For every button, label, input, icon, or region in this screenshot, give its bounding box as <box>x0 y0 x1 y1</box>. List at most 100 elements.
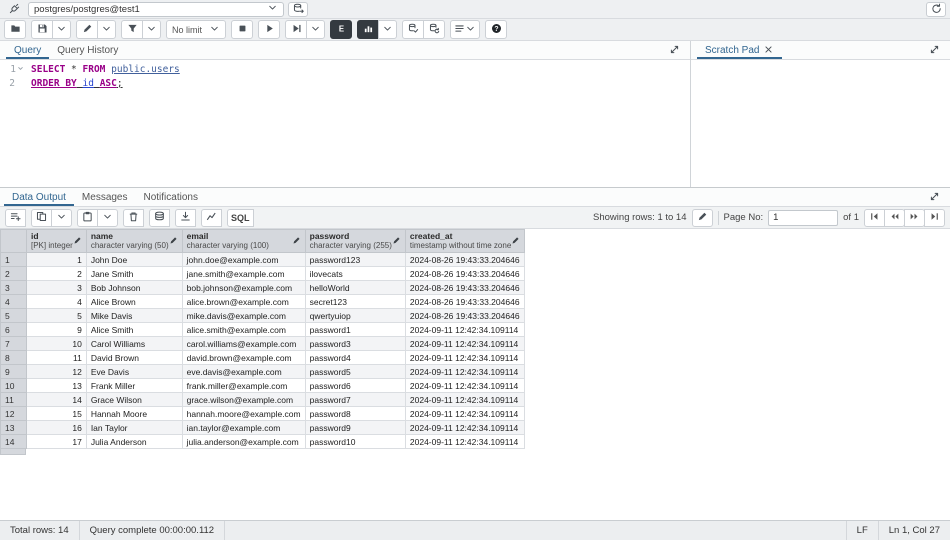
cell-id[interactable]: 11 <box>27 351 87 365</box>
column-header-id[interactable]: id[PK] integer <box>27 230 87 253</box>
commit-button[interactable] <box>402 20 424 39</box>
cell-id[interactable]: 12 <box>27 365 87 379</box>
query-history-restore-button[interactable] <box>926 2 946 17</box>
tab-scratch-pad[interactable]: Scratch Pad <box>697 41 782 59</box>
tab-messages[interactable]: Messages <box>74 188 136 206</box>
sql-code-line[interactable]: SELECT * FROM public.users <box>31 63 690 77</box>
edit-column-icon[interactable] <box>511 236 520 247</box>
row-number-cell[interactable]: 12 <box>1 407 27 421</box>
cell-created_at[interactable]: 2024-08-26 19:43:33.204646 <box>405 253 524 267</box>
cell-name[interactable]: Ian Taylor <box>86 421 182 435</box>
cell-created_at[interactable]: 2024-09-11 12:42:34.109114 <box>405 337 524 351</box>
show-sql-button[interactable]: SQL <box>227 209 254 227</box>
cell-email[interactable]: bob.johnson@example.com <box>182 281 305 295</box>
cell-email[interactable]: alice.brown@example.com <box>182 295 305 309</box>
copy-rows-button[interactable] <box>31 209 52 227</box>
tab-notifications[interactable]: Notifications <box>136 188 206 206</box>
cell-password[interactable]: helloWorld <box>305 281 405 295</box>
save-file-button[interactable] <box>31 20 53 39</box>
row-number-cell[interactable]: 8 <box>1 351 27 365</box>
cell-name[interactable]: Bob Johnson <box>86 281 182 295</box>
explain-button[interactable]: E <box>330 20 352 39</box>
cell-email[interactable]: frank.miller@example.com <box>182 379 305 393</box>
cell-email[interactable]: eve.davis@example.com <box>182 365 305 379</box>
explain-options-dropdown[interactable] <box>378 20 397 39</box>
paste-options-dropdown[interactable] <box>97 209 118 227</box>
cell-email[interactable]: mike.davis@example.com <box>182 309 305 323</box>
edit-row-range-button[interactable] <box>692 209 713 227</box>
sql-editor[interactable]: 12 SELECT * FROM public.usersORDER BY id… <box>0 60 690 187</box>
cell-created_at[interactable]: 2024-09-11 12:42:34.109114 <box>405 351 524 365</box>
cell-email[interactable]: grace.wilson@example.com <box>182 393 305 407</box>
page-no-input[interactable] <box>768 210 838 226</box>
macros-button[interactable] <box>450 20 480 39</box>
cell-email[interactable]: ian.taylor@example.com <box>182 421 305 435</box>
cell-created_at[interactable]: 2024-09-11 12:42:34.109114 <box>405 407 524 421</box>
cell-password[interactable]: password9 <box>305 421 405 435</box>
cell-email[interactable]: hannah.moore@example.com <box>182 407 305 421</box>
cell-name[interactable]: Frank Miller <box>86 379 182 393</box>
row-limit-select[interactable]: No limit <box>166 20 226 39</box>
execute-script-button[interactable] <box>285 20 307 39</box>
cell-created_at[interactable]: 2024-08-26 19:43:33.204646 <box>405 309 524 323</box>
cell-name[interactable]: John Doe <box>86 253 182 267</box>
column-header-email[interactable]: emailcharacter varying (100) <box>182 230 305 253</box>
sql-code-area[interactable]: SELECT * FROM public.usersORDER BY id AS… <box>26 63 690 187</box>
row-number-cell[interactable]: 5 <box>1 309 27 323</box>
help-button[interactable]: ? <box>485 20 507 39</box>
cell-created_at[interactable]: 2024-09-11 12:42:34.109114 <box>405 379 524 393</box>
edit-column-icon[interactable] <box>169 236 178 247</box>
cell-name[interactable]: Alice Brown <box>86 295 182 309</box>
cell-id[interactable]: 17 <box>27 435 87 449</box>
filter-button[interactable] <box>121 20 143 39</box>
edit-button[interactable] <box>76 20 98 39</box>
cell-email[interactable]: carol.williams@example.com <box>182 337 305 351</box>
row-number-cell[interactable]: 2 <box>1 267 27 281</box>
execute-query-button[interactable] <box>258 20 280 39</box>
cell-name[interactable]: Grace Wilson <box>86 393 182 407</box>
connection-status-button[interactable] <box>4 2 24 17</box>
edit-column-icon[interactable] <box>73 236 82 247</box>
cell-password[interactable]: password6 <box>305 379 405 393</box>
cell-email[interactable]: john.doe@example.com <box>182 253 305 267</box>
cell-created_at[interactable]: 2024-09-11 12:42:34.109114 <box>405 365 524 379</box>
graph-visualiser-button[interactable] <box>201 209 222 227</box>
execute-options-dropdown[interactable] <box>306 20 325 39</box>
row-number-cell[interactable]: 9 <box>1 365 27 379</box>
next-page-button[interactable] <box>904 209 925 227</box>
new-connection-button[interactable] <box>288 2 308 17</box>
save-options-dropdown[interactable] <box>52 20 71 39</box>
cell-password[interactable]: password7 <box>305 393 405 407</box>
cell-created_at[interactable]: 2024-09-11 12:42:34.109114 <box>405 421 524 435</box>
row-number-cell[interactable]: 3 <box>1 281 27 295</box>
open-file-button[interactable] <box>4 20 26 39</box>
tab-query-history[interactable]: Query History <box>49 41 126 59</box>
cell-name[interactable]: Hannah Moore <box>86 407 182 421</box>
row-number-cell[interactable]: 7 <box>1 337 27 351</box>
cell-password[interactable]: password4 <box>305 351 405 365</box>
expand-query-pane-button[interactable] <box>666 43 682 57</box>
edit-options-dropdown[interactable] <box>97 20 116 39</box>
cell-id[interactable]: 3 <box>27 281 87 295</box>
cell-email[interactable]: julia.anderson@example.com <box>182 435 305 449</box>
cell-id[interactable]: 2 <box>27 267 87 281</box>
cell-password[interactable]: password10 <box>305 435 405 449</box>
column-header-name[interactable]: namecharacter varying (50) <box>86 230 182 253</box>
cell-id[interactable]: 13 <box>27 379 87 393</box>
column-header-created_at[interactable]: created_attimestamp without time zone <box>405 230 524 253</box>
cell-id[interactable]: 1 <box>27 253 87 267</box>
edit-column-icon[interactable] <box>392 236 401 247</box>
sql-code-line[interactable]: ORDER BY id ASC; <box>31 77 690 91</box>
cell-password[interactable]: password123 <box>305 253 405 267</box>
cell-name[interactable]: Julia Anderson <box>86 435 182 449</box>
cell-name[interactable]: Jane Smith <box>86 267 182 281</box>
cell-created_at[interactable]: 2024-09-11 12:42:34.109114 <box>405 323 524 337</box>
cell-id[interactable]: 9 <box>27 323 87 337</box>
last-page-button[interactable] <box>924 209 945 227</box>
edit-column-icon[interactable] <box>292 236 301 247</box>
cell-password[interactable]: qwertyuiop <box>305 309 405 323</box>
add-row-button[interactable] <box>5 209 26 227</box>
cell-created_at[interactable]: 2024-08-26 19:43:33.204646 <box>405 295 524 309</box>
cell-name[interactable]: Carol Williams <box>86 337 182 351</box>
cell-password[interactable]: password3 <box>305 337 405 351</box>
